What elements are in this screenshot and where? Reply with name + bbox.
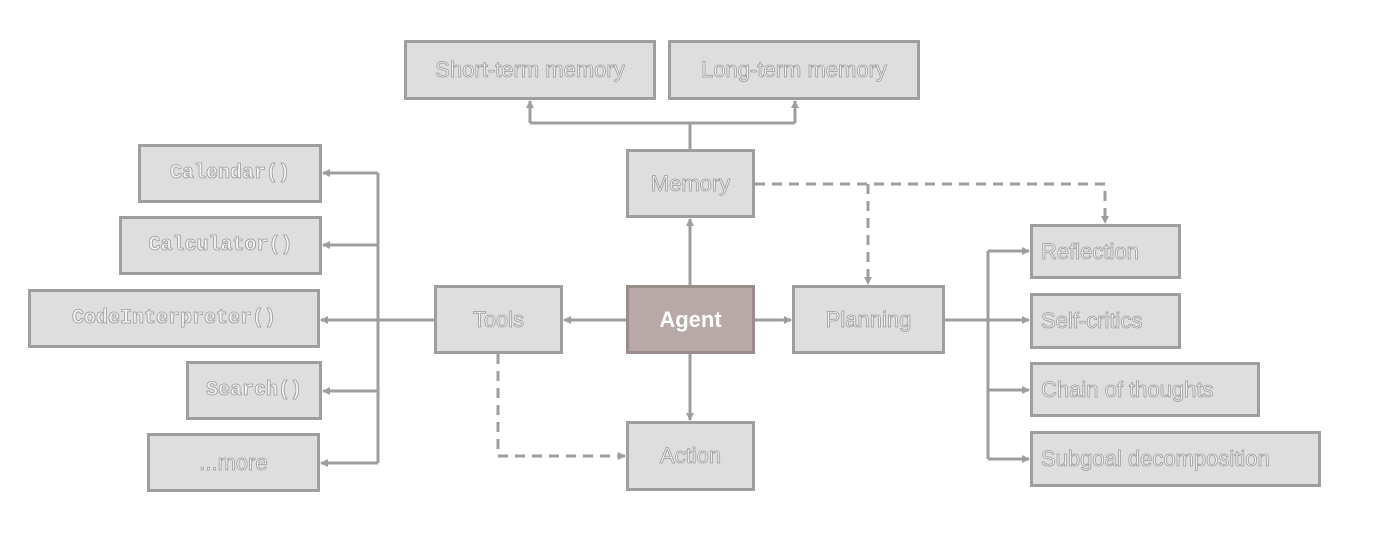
node-subgoal-decomposition: Subgoal decomposition: [1030, 431, 1321, 487]
edge-tools-action-dashed: [496, 354, 626, 460]
agent-diagram: Short-term memory Long-term memory Memor…: [0, 0, 1400, 553]
node-short-term-memory: Short-term memory: [404, 40, 656, 100]
node-agent: Agent: [626, 285, 755, 354]
edge-tools-bus: [376, 173, 434, 463]
node-search: Search(): [186, 361, 322, 420]
node-more: ...more: [147, 433, 320, 492]
node-long-term-memory: Long-term memory: [668, 40, 920, 100]
edge-memory-bus: [530, 121, 795, 149]
node-self-critics: Self-critics: [1030, 293, 1181, 349]
node-chain-of-thoughts: Chain of thoughts: [1030, 362, 1260, 417]
edge-memory-reflection-dashed: [755, 182, 1109, 224]
node-planning: Planning: [792, 285, 945, 354]
node-memory: Memory: [626, 149, 755, 218]
node-action: Action: [626, 421, 755, 491]
edge-planning-bus: [945, 251, 990, 459]
node-tools: Tools: [434, 285, 563, 354]
node-calendar: Calendar(): [138, 144, 322, 203]
node-calculator: Calculator(): [119, 216, 322, 275]
node-reflection: Reflection: [1030, 224, 1181, 279]
node-code-interpreter: CodeInterpreter(): [28, 289, 320, 348]
